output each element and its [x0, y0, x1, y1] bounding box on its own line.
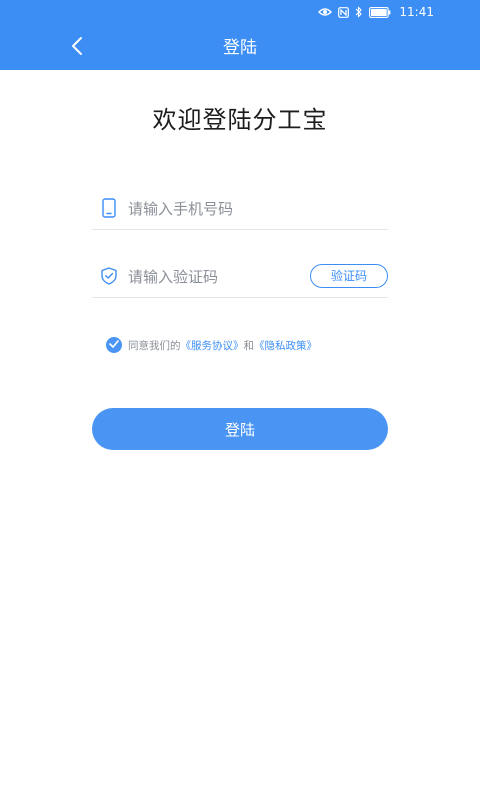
back-button[interactable]: [66, 36, 88, 60]
agreement-prefix: 同意我们的: [128, 339, 181, 352]
check-icon: [109, 339, 119, 351]
service-agreement-link[interactable]: 《服务协议》: [181, 338, 244, 353]
get-code-button[interactable]: 验证码: [310, 264, 388, 288]
code-input[interactable]: [128, 264, 298, 290]
bluetooth-icon: [355, 6, 363, 18]
agree-checkbox[interactable]: [106, 337, 122, 353]
shield-icon: [100, 265, 118, 287]
header-bar: 11:41 登陆: [0, 0, 480, 70]
phone-field: [92, 190, 388, 230]
phone-icon: [100, 197, 118, 219]
welcome-heading: 欢迎登陆分工宝: [152, 106, 328, 134]
phone-input[interactable]: [128, 196, 298, 222]
battery-icon: [369, 6, 391, 18]
code-field: 验证码: [92, 258, 388, 298]
eye-icon: [318, 7, 333, 17]
chevron-left-icon: [71, 36, 83, 60]
privacy-policy-link[interactable]: 《隐私政策》: [254, 338, 317, 353]
status-time: 11:41: [399, 5, 434, 19]
status-bar: 11:41: [0, 0, 480, 24]
agreement-conjunction: 和: [243, 339, 255, 352]
agreement-row: 同意我们的 《服务协议》 和 《隐私政策》: [106, 336, 317, 354]
nfc-icon: [338, 6, 350, 18]
login-button[interactable]: 登陆: [92, 408, 388, 450]
